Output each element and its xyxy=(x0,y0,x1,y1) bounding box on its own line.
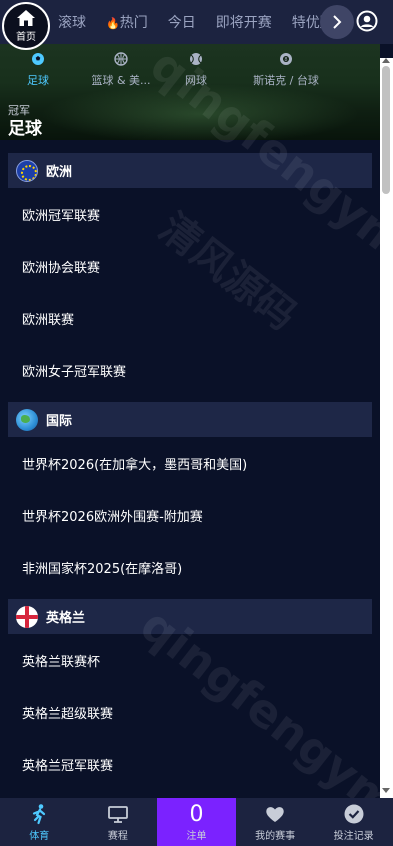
eu-flag-icon xyxy=(16,159,38,182)
section-header-international[interactable]: 国际 xyxy=(8,402,372,437)
heart-icon xyxy=(266,806,284,822)
league-item[interactable]: 欧洲女子冠军联赛 xyxy=(0,344,380,396)
section-title: 欧洲 xyxy=(46,165,73,180)
bottom-nav-label: 体育 xyxy=(29,830,50,842)
tab-upcoming[interactable]: 即将开赛 xyxy=(216,12,272,32)
basketball-icon xyxy=(114,52,128,66)
tab-hot[interactable]: 🔥热门 xyxy=(106,12,148,32)
tab-today[interactable]: 今日 xyxy=(168,12,196,32)
page-title: 足球 xyxy=(8,119,42,139)
league-item[interactable]: 欧洲冠军联赛 xyxy=(0,188,380,240)
nav-tabs-scroller: 滚球 🔥热门 今日 即将开赛 特优赔 xyxy=(50,0,340,44)
sport-tab-soccer[interactable]: 足球 xyxy=(0,52,76,88)
league-item[interactable]: 世界杯2026欧洲外围赛-附加赛 xyxy=(0,489,380,541)
sport-tab-snooker[interactable]: 8 斯诺克 / 台球 xyxy=(226,52,346,88)
section-title: 国际 xyxy=(46,414,73,429)
league-item[interactable]: 英格兰冠军联赛 xyxy=(0,738,380,790)
monitor-icon xyxy=(107,805,128,823)
section-header-europe[interactable]: 欧洲 xyxy=(8,153,372,188)
flame-icon: 🔥 xyxy=(106,17,120,30)
tab-hot-label: 热门 xyxy=(119,15,148,31)
sport-tab-label: 网球 xyxy=(185,74,207,87)
nav-more-button[interactable] xyxy=(320,5,354,39)
billiard-ball-icon: 8 xyxy=(280,53,292,65)
england-flag-icon xyxy=(16,605,38,628)
check-circle-icon xyxy=(344,804,364,823)
bottom-nav: 体育 赛程 0 注单 我的赛事 投注记录 xyxy=(0,798,393,846)
scroll-down-arrow-icon[interactable] xyxy=(382,788,390,793)
league-item[interactable]: 欧洲联赛 xyxy=(0,292,380,344)
tennis-ball-icon xyxy=(190,53,202,65)
league-item[interactable]: 英格兰超级联赛 xyxy=(0,686,380,738)
league-item[interactable]: 英格兰联赛杯 xyxy=(0,634,380,686)
sport-tab-basketball[interactable]: 篮球 & 美... xyxy=(76,52,166,88)
world-globe-icon xyxy=(16,408,38,431)
home-button[interactable]: 首页 xyxy=(2,2,50,50)
bottom-nav-betslip[interactable]: 0 注单 xyxy=(157,798,236,846)
scrollbar-thumb[interactable] xyxy=(382,66,390,194)
league-item[interactable]: 非洲国家杯2025(在摩洛哥) xyxy=(0,541,380,593)
bottom-nav-label: 我的赛事 xyxy=(255,830,296,842)
bottom-nav-label: 注单 xyxy=(186,830,207,842)
betslip-count: 0 xyxy=(189,801,204,827)
chevron-right-icon xyxy=(333,15,342,29)
top-nav: 首页 滚球 🔥热门 今日 即将开赛 特优赔 xyxy=(0,0,393,50)
scroll-up-arrow-icon[interactable] xyxy=(382,58,390,63)
running-person-icon xyxy=(33,803,46,824)
bottom-nav-label: 赛程 xyxy=(107,830,128,842)
bottom-nav-sports[interactable]: 体育 xyxy=(0,798,79,846)
soccer-ball-icon xyxy=(32,53,44,65)
sport-tab-tennis[interactable]: 网球 xyxy=(166,52,226,88)
section-header-england[interactable]: 英格兰 xyxy=(8,599,372,634)
sport-hero-banner: 足球 篮球 & 美... 网球 8 斯诺克 / 台球 冠军 足球 xyxy=(0,44,380,140)
sport-tab-label: 斯诺克 / 台球 xyxy=(253,74,319,87)
sport-tabs: 足球 篮球 & 美... 网球 8 斯诺克 / 台球 xyxy=(0,52,380,88)
bottom-nav-my-events[interactable]: 我的赛事 xyxy=(236,798,315,846)
tab-live[interactable]: 滚球 xyxy=(58,12,86,32)
competition-list: 欧洲 欧洲冠军联赛 欧洲协会联赛 欧洲联赛 欧洲女子冠军联赛 国际 世界杯202… xyxy=(0,140,380,798)
home-label: 首页 xyxy=(16,32,36,43)
league-item[interactable]: 世界杯2026(在加拿大，墨西哥和美国) xyxy=(0,437,380,489)
league-item[interactable]: 欧洲协会联赛 xyxy=(0,240,380,292)
bottom-nav-label: 投注记录 xyxy=(333,830,374,842)
bottom-nav-bet-history[interactable]: 投注记录 xyxy=(314,798,393,846)
section-title: 英格兰 xyxy=(46,611,86,626)
home-icon xyxy=(17,10,35,26)
sport-tab-label: 篮球 & 美... xyxy=(91,74,151,87)
bottom-nav-schedule[interactable]: 赛程 xyxy=(79,798,158,846)
user-account-icon[interactable] xyxy=(356,10,378,32)
svg-text:8: 8 xyxy=(284,57,287,63)
sport-tab-label: 足球 xyxy=(27,74,49,87)
